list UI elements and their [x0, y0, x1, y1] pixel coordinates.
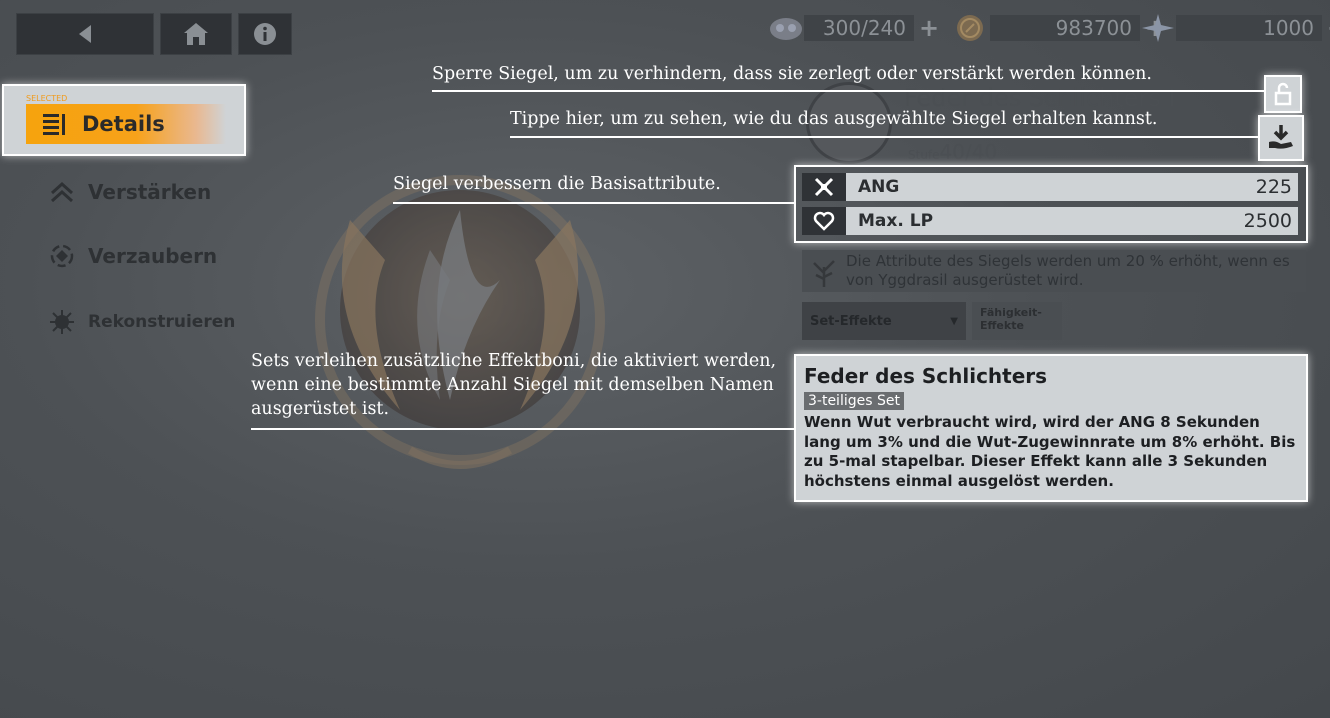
- set-description: Wenn Wut verbraucht wird, wird der ANG 8…: [804, 413, 1296, 490]
- attribute-name: Max. LP: [858, 211, 934, 231]
- source-tooltip: Tippe hier, um zu sehen, wie du das ausg…: [510, 109, 1158, 129]
- sets-tooltip: Sets verleihen zusätzliche Effektboni, d…: [251, 351, 777, 419]
- back-button[interactable]: [16, 13, 154, 55]
- attribute-row-max-lp: Max. LP 2500: [802, 207, 1298, 235]
- tab-skill-effects[interactable]: Fähigkeit-Effekte: [972, 302, 1062, 340]
- tab-set-effects[interactable]: Set-Effekte ▼: [802, 302, 966, 340]
- attributes-tooltip: Siegel verbessern die Basisattribute.: [393, 174, 721, 194]
- crystal-value: 1000: [1176, 15, 1322, 41]
- sidebar-item-verstaerken[interactable]: Verstärken: [48, 178, 211, 206]
- attack-swords-icon: [802, 173, 846, 201]
- details-label: Details: [82, 112, 165, 136]
- yggdrasil-note: Die Attribute des Siegels werden um 20 %…: [802, 250, 1306, 292]
- sidebar-item-label: Verstärken: [88, 180, 212, 204]
- tab-label: Fähigkeit-Effekte: [980, 306, 1042, 332]
- gold-value: 983700: [990, 15, 1140, 41]
- attribute-value: 2500: [1243, 210, 1292, 232]
- lock-seal-button[interactable]: [1264, 75, 1302, 113]
- level-label: Stufe: [908, 148, 940, 162]
- seal-emblem-icon: [315, 175, 605, 469]
- attributes-panel: ANG 225 Max. LP 2500: [794, 165, 1308, 243]
- unlock-icon: [1274, 82, 1292, 106]
- set-name: Feder des Schlichters: [804, 364, 1048, 388]
- add-crystal-button[interactable]: +: [1326, 14, 1330, 42]
- resource-stamina: 300/240 +: [768, 14, 940, 42]
- details-tab[interactable]: Details: [26, 104, 226, 144]
- details-list-icon: [26, 111, 82, 137]
- acquire-download-icon: [1269, 125, 1293, 149]
- resource-gold: 983700 +: [954, 14, 1166, 42]
- info-button[interactable]: [238, 13, 292, 55]
- level-value: 40/40: [939, 140, 998, 164]
- heart-icon: [802, 207, 846, 235]
- add-stamina-button[interactable]: +: [918, 14, 940, 42]
- lock-pointer-line: [432, 90, 1264, 92]
- sidebar-item-verzaubern[interactable]: Verzaubern: [48, 242, 217, 270]
- attribute-value: 225: [1255, 176, 1292, 198]
- coin-icon: [957, 15, 983, 41]
- lock-tooltip: Sperre Siegel, um zu verhindern, dass si…: [432, 64, 1152, 84]
- home-button[interactable]: [160, 13, 232, 55]
- crystal-icon: [1142, 14, 1174, 42]
- stamina-value: 300/240: [804, 15, 914, 41]
- stamina-icon: [770, 18, 802, 40]
- selected-label: SELECTED: [26, 94, 68, 103]
- reconstruct-icon: [48, 308, 76, 336]
- enchant-icon: [48, 242, 76, 270]
- sidebar-item-label: Verzaubern: [88, 244, 218, 268]
- attribute-name: ANG: [858, 177, 900, 197]
- sets-pointer-line: [251, 428, 794, 430]
- sidebar-item-details[interactable]: SELECTED Details: [2, 84, 246, 156]
- set-piece-badge: 3-teiliges Set: [804, 392, 904, 410]
- attribute-row-ang: ANG 225: [802, 173, 1298, 201]
- dropdown-arrow-icon: ▼: [950, 315, 958, 327]
- resource-crystal: 1000 +: [1140, 14, 1330, 42]
- back-arrow-icon: [79, 25, 91, 43]
- sidebar-item-rekonstruieren[interactable]: Rekonstruieren: [48, 308, 235, 336]
- attributes-pointer-line: [393, 202, 794, 204]
- seal-source-button[interactable]: [1258, 115, 1304, 161]
- yggdrasil-note-text: Die Attribute des Siegels werden um 20 %…: [846, 252, 1290, 289]
- tab-label: Set-Effekte: [810, 313, 892, 329]
- sidebar-item-label: Rekonstruieren: [88, 312, 236, 332]
- double-chevron-up-icon: [48, 178, 76, 206]
- set-effect-panel: Feder des Schlichters 3-teiliges Set Wen…: [794, 354, 1308, 502]
- source-pointer-line: [510, 136, 1258, 138]
- home-icon: [184, 23, 208, 45]
- yggdrasil-tree-icon: [813, 260, 835, 287]
- info-icon: [254, 23, 276, 45]
- seal-level: Stufe40/40: [908, 140, 997, 164]
